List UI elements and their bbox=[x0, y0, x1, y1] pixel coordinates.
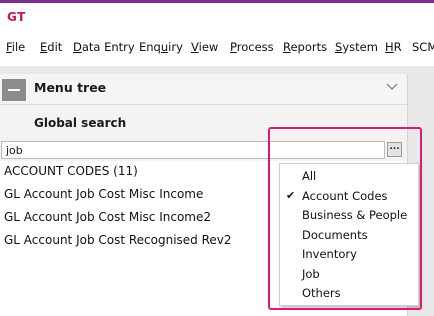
filter-option-job[interactable]: Job bbox=[302, 267, 320, 281]
menu-bar: File Edit Data Entry Enquiry View Proces… bbox=[0, 37, 434, 59]
result-item[interactable]: GL Account Job Cost Recognised Rev2 bbox=[4, 233, 232, 247]
menu-system[interactable]: System bbox=[335, 40, 378, 54]
filter-option-documents[interactable]: Documents bbox=[302, 228, 368, 242]
menu-hr[interactable]: HR bbox=[385, 40, 402, 54]
menu-data-entry-mnemonic: D bbox=[73, 40, 82, 54]
menu-edit-label: dit bbox=[47, 40, 63, 54]
collapse-icon[interactable] bbox=[2, 79, 26, 101]
menu-data-entry-label: ata Entry bbox=[81, 40, 135, 54]
menu-edit[interactable]: Edit bbox=[40, 40, 62, 54]
global-search-title: Global search bbox=[34, 116, 127, 130]
menu-process[interactable]: Process bbox=[230, 40, 274, 54]
menu-tree-title: Menu tree bbox=[34, 80, 107, 95]
menu-view-mnemonic: V bbox=[191, 40, 199, 54]
menu-enquiry-label-a: Enq bbox=[139, 40, 161, 54]
menu-hr-mnemonic: H bbox=[385, 40, 394, 54]
menu-file-label: ile bbox=[11, 40, 26, 54]
menu-view[interactable]: View bbox=[191, 40, 218, 54]
filter-option-all[interactable]: All bbox=[302, 169, 316, 183]
app-logo: GT bbox=[7, 10, 26, 24]
menu-process-label: rocess bbox=[236, 40, 274, 54]
result-group-header[interactable]: ACCOUNT CODES (11) bbox=[4, 164, 138, 178]
menu-enquiry[interactable]: Enquiry bbox=[139, 40, 183, 54]
menu-data-entry[interactable]: Data Entry bbox=[73, 40, 135, 54]
menu-process-mnemonic: P bbox=[230, 40, 237, 54]
global-search-input[interactable]: job bbox=[1, 141, 385, 159]
title-bar: GT bbox=[0, 0, 434, 34]
filter-option-account-codes[interactable]: Account Codes bbox=[302, 189, 388, 203]
menu-reports-label: eports bbox=[290, 40, 328, 54]
menu-reports[interactable]: Reports bbox=[283, 40, 327, 54]
menu-file[interactable]: File bbox=[6, 40, 25, 54]
menu-scm[interactable]: SCM bbox=[412, 40, 434, 54]
result-item[interactable]: GL Account Job Cost Misc Income2 bbox=[4, 210, 211, 224]
menu-scm-label: SCM bbox=[412, 40, 434, 54]
menu-view-label: iew bbox=[198, 40, 219, 54]
chevron-down-icon[interactable] bbox=[386, 80, 398, 94]
more-options-button[interactable]: ... bbox=[387, 142, 402, 157]
result-item[interactable]: GL Account Job Cost Misc Income bbox=[4, 187, 203, 201]
filter-option-others[interactable]: Others bbox=[302, 286, 341, 300]
menu-hr-label: R bbox=[393, 40, 402, 54]
filter-option-inventory[interactable]: Inventory bbox=[302, 247, 357, 261]
checkmark-icon: ✔ bbox=[286, 189, 296, 202]
filter-option-business-people[interactable]: Business & People bbox=[302, 208, 407, 222]
menu-system-label: ystem bbox=[342, 40, 378, 54]
search-filter-menu: All ✔ Account Codes Business & People Do… bbox=[279, 163, 419, 306]
menu-enquiry-label-b: iry bbox=[168, 40, 183, 54]
